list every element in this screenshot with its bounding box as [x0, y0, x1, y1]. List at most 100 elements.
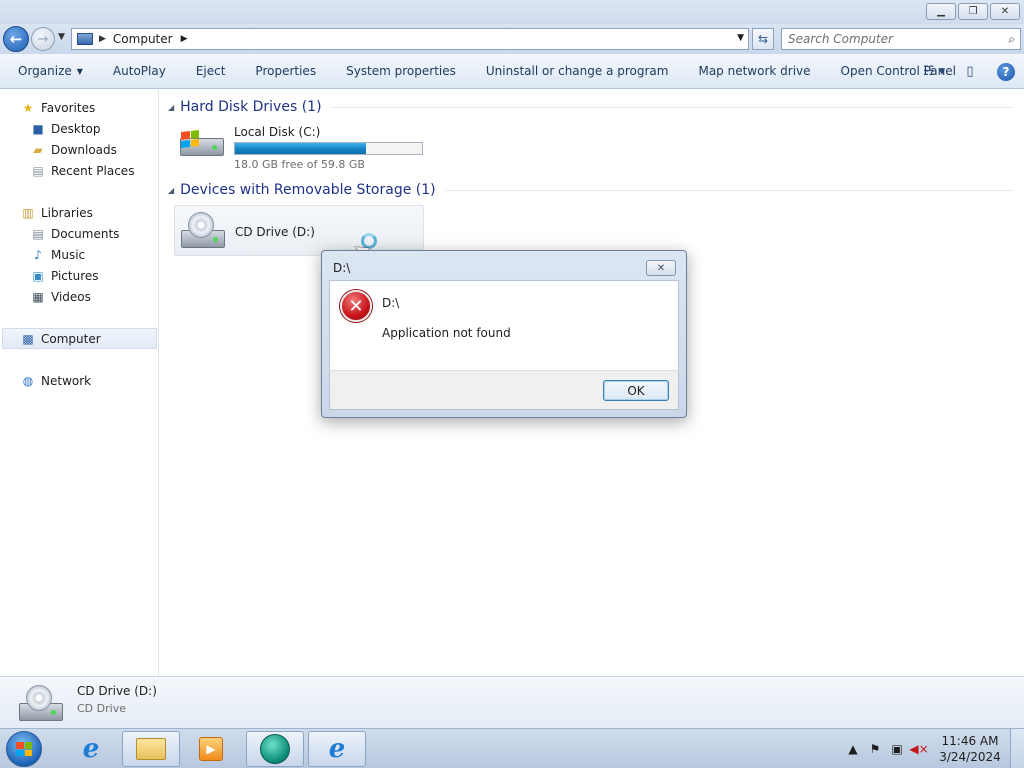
recent-places-icon: ▤ [32, 163, 44, 178]
minimize-button[interactable]: ▁ [926, 3, 956, 20]
taskbar-internet-explorer-open[interactable]: e [308, 731, 366, 767]
view-options-icon: ☷ ▾ [922, 64, 946, 79]
computer-icon: ▩ [22, 331, 34, 346]
address-dropdown-icon[interactable]: ▼ [737, 33, 744, 43]
nav-downloads-label: Downloads [51, 142, 117, 157]
volume-button[interactable]: ◀× [908, 742, 930, 756]
collapse-caret-icon[interactable]: ◢ [168, 103, 174, 112]
forward-button[interactable]: → [31, 27, 55, 51]
close-button[interactable]: ✕ [990, 3, 1020, 20]
ok-button[interactable]: OK [603, 380, 669, 401]
restore-button[interactable]: ❐ [958, 3, 988, 20]
nav-libraries[interactable]: ▥ Libraries [20, 202, 93, 223]
organize-label: Organize [18, 64, 72, 78]
group-header-removable-storage[interactable]: ◢ Devices with Removable Storage (1) [168, 180, 1013, 200]
app-globe-icon [260, 734, 290, 764]
restore-icon: ❐ [968, 6, 978, 17]
computer-icon [77, 33, 93, 45]
search-icon[interactable]: ⌕ [1008, 32, 1015, 47]
drive-local-disk-c[interactable]: Local Disk (C:) 18.0 GB free of 59.8 GB [177, 124, 423, 171]
search-box[interactable]: ⌕ [781, 28, 1021, 50]
dialog-title: D:\ [333, 261, 351, 275]
disk-usage-fill [235, 143, 366, 154]
navigation-pane: ★ Favorites ■ Desktop ▰ Downloads ▤ Recent P… [0, 90, 159, 676]
organize-button[interactable]: Organize ▼ [0, 54, 98, 89]
hard-disk-icon [177, 124, 227, 166]
minimize-icon: ▁ [937, 6, 945, 17]
taskbar-windows-explorer[interactable] [122, 731, 180, 767]
drive-name: CD Drive (D:) [235, 225, 315, 239]
media-player-icon: ▶ [199, 737, 223, 761]
nav-videos-label: Videos [51, 289, 91, 304]
nav-pictures[interactable]: ▣ Pictures [30, 265, 98, 286]
cd-drive-icon [16, 681, 64, 725]
system-properties-button[interactable]: System properties [331, 54, 471, 89]
drive-info: CD Drive (D:) [235, 210, 315, 255]
drive-free-space: 18.0 GB free of 59.8 GB [234, 158, 365, 171]
arrow-right-icon: → [37, 31, 49, 47]
chevron-right-icon[interactable]: ▶ [181, 34, 188, 44]
chevron-right-icon[interactable]: ▶ [99, 34, 106, 44]
network-status-button[interactable]: ▣ [886, 742, 908, 756]
taskbar: e ▶ e ▲ ⚑ ▣ ◀× 11:46 AM 3/24/2024 [0, 728, 1024, 768]
nav-favorites-label: Favorites [41, 100, 96, 115]
volume-muted-icon: ◀× [909, 742, 929, 756]
star-icon: ★ [22, 100, 34, 115]
map-network-drive-button[interactable]: Map network drive [683, 54, 825, 89]
back-button[interactable]: ← [3, 26, 29, 52]
group-header-hard-disks[interactable]: ◢ Hard Disk Drives (1) [168, 97, 1013, 117]
nav-desktop-label: Desktop [51, 121, 101, 136]
breadcrumb-computer[interactable]: Computer [113, 32, 173, 46]
nav-recent-places[interactable]: ▤ Recent Places [30, 160, 134, 181]
address-bar[interactable]: ▶ Computer ▶ ▼ [71, 28, 749, 50]
nav-computer[interactable]: ▩ Computer [2, 328, 157, 349]
system-clock[interactable]: 11:46 AM 3/24/2024 [930, 733, 1010, 765]
taskbar-media-player[interactable]: ▶ [182, 731, 240, 767]
recent-pages-dropdown[interactable]: ▼ [58, 32, 65, 42]
nav-videos[interactable]: ▦ Videos [30, 286, 91, 307]
nav-desktop[interactable]: ■ Desktop [30, 118, 101, 139]
action-center-button[interactable]: ⚑ [864, 742, 886, 756]
window-titlebar: ▁ ❐ ✕ [0, 0, 1024, 24]
refresh-button[interactable]: ⇆ [752, 28, 774, 50]
videos-icon: ▦ [32, 289, 44, 304]
nav-downloads[interactable]: ▰ Downloads [30, 139, 117, 160]
arrow-left-icon: ← [9, 30, 23, 48]
nav-recent-places-label: Recent Places [51, 163, 135, 178]
show-hidden-icons-button[interactable]: ▲ [842, 742, 864, 756]
eject-button[interactable]: Eject [181, 54, 241, 89]
nav-music[interactable]: ♪ Music [30, 244, 85, 265]
collapse-caret-icon[interactable]: ◢ [168, 186, 174, 195]
disk-usage-bar [234, 142, 423, 155]
taskbar-app-circle[interactable] [246, 731, 304, 767]
uninstall-program-button[interactable]: Uninstall or change a program [471, 54, 684, 89]
help-button[interactable]: ? [988, 54, 1024, 89]
dialog-path: D:\ [382, 296, 400, 310]
libraries-icon: ▥ [22, 205, 34, 220]
nav-documents[interactable]: ▤ Documents [30, 223, 119, 244]
start-button[interactable] [6, 731, 42, 767]
group-divider [330, 106, 1013, 108]
clock-time: 11:46 AM [941, 734, 999, 748]
drive-cd-d[interactable]: CD Drive (D:) [174, 205, 424, 256]
flag-icon: ⚑ [869, 742, 881, 756]
close-icon: ✕ [1000, 6, 1010, 17]
activity-light-icon [213, 237, 218, 242]
windows-logo-icon [16, 742, 32, 756]
preview-pane-button[interactable]: ▯ [952, 54, 988, 89]
command-toolbar: Organize ▼ AutoPlay Eject Properties Syst… [0, 54, 1024, 89]
nav-libraries-label: Libraries [41, 205, 93, 220]
nav-network[interactable]: ◍ Network [20, 370, 91, 391]
refresh-icon: ⇆ [757, 32, 769, 46]
autoplay-button[interactable]: AutoPlay [98, 54, 181, 89]
properties-button[interactable]: Properties [240, 54, 331, 89]
dialog-close-button[interactable]: ✕ [646, 260, 676, 276]
documents-icon: ▤ [32, 226, 44, 241]
window-controls: ▁ ❐ ✕ [926, 3, 1020, 20]
show-desktop-button[interactable] [1010, 729, 1024, 768]
search-input[interactable] [788, 29, 998, 49]
network-icon: ◍ [22, 373, 34, 388]
nav-favorites[interactable]: ★ Favorites [20, 97, 96, 118]
change-view-button[interactable]: ☷ ▾ [916, 54, 952, 89]
taskbar-internet-explorer[interactable]: e [62, 731, 120, 767]
